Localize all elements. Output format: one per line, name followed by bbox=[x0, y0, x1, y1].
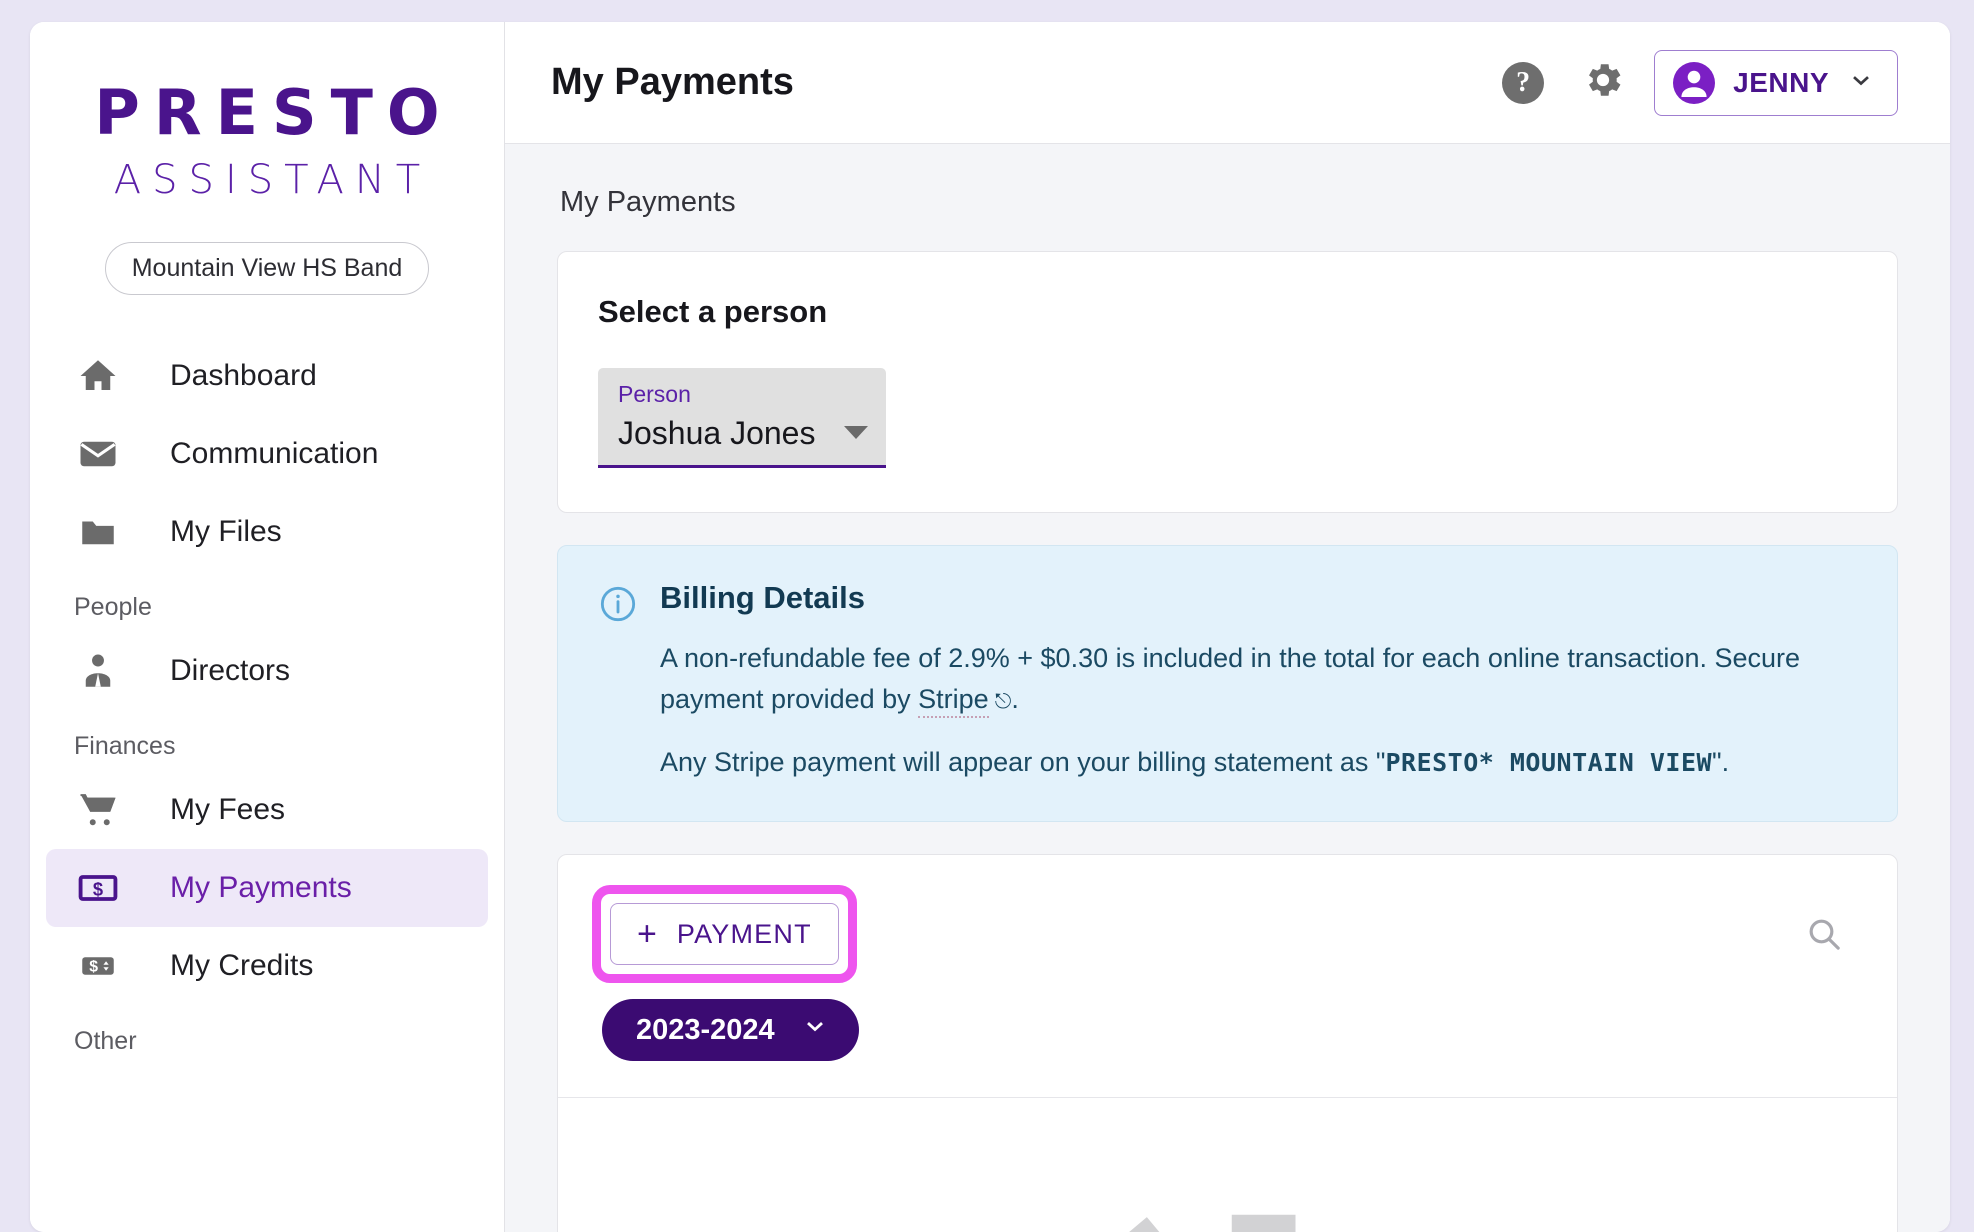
organization-chip-wrapper: Mountain View HS Band bbox=[30, 200, 504, 295]
sidebar-item-label: My Fees bbox=[170, 793, 285, 827]
sidebar-item-label: Communication bbox=[170, 437, 378, 471]
person-select-value: Joshua Jones bbox=[618, 412, 868, 455]
chevron-down-icon bbox=[1847, 66, 1875, 99]
person-tie-icon bbox=[72, 650, 124, 692]
shopping-cart-icon bbox=[72, 789, 124, 831]
sidebar-item-my-credits[interactable]: $ My Credits bbox=[46, 927, 488, 1005]
user-name-label: JENNY bbox=[1733, 67, 1829, 99]
search-button[interactable] bbox=[1795, 907, 1853, 965]
sidebar-item-label: Directors bbox=[170, 654, 290, 688]
billing-fee-text-before: A non-refundable fee of 2.9% + $0.30 is … bbox=[660, 643, 1800, 714]
add-payment-button[interactable]: + PAYMENT bbox=[610, 903, 839, 965]
sidebar-item-label: My Credits bbox=[170, 949, 313, 983]
sidebar-item-my-files[interactable]: My Files bbox=[46, 493, 488, 571]
svg-text:$: $ bbox=[93, 878, 103, 899]
page-title: My Payments bbox=[551, 61, 794, 104]
sidebar-section-finances: Finances bbox=[30, 710, 504, 771]
chevron-down-icon bbox=[801, 1012, 829, 1048]
help-circle-icon: ? bbox=[1502, 62, 1544, 104]
sidebar-item-my-fees[interactable]: My Fees bbox=[46, 771, 488, 849]
person-select[interactable]: Person Joshua Jones bbox=[598, 368, 886, 468]
folder-icon bbox=[72, 511, 124, 553]
school-year-filter-chip[interactable]: 2023-2024 bbox=[602, 999, 859, 1061]
billing-fee-text-after: . bbox=[1011, 684, 1019, 714]
payments-toolbar: + PAYMENT bbox=[558, 855, 1897, 983]
sidebar-item-communication[interactable]: Communication bbox=[46, 415, 488, 493]
school-year-value: 2023-2024 bbox=[636, 1014, 775, 1047]
statement-text-after: ". bbox=[1712, 747, 1729, 777]
dropdown-caret-icon bbox=[844, 426, 868, 439]
payments-empty-state bbox=[558, 1098, 1897, 1232]
sidebar-section-other: Other bbox=[30, 1005, 504, 1066]
billing-details-panel: Billing Details A non-refundable fee of … bbox=[557, 545, 1898, 822]
user-avatar-icon bbox=[1673, 62, 1715, 104]
top-header-bar: My Payments ? JENNY bbox=[505, 22, 1950, 144]
empty-state-illustration bbox=[1113, 1166, 1343, 1232]
plus-icon: + bbox=[637, 917, 657, 951]
billing-details-body: Billing Details A non-refundable fee of … bbox=[660, 580, 1857, 783]
sidebar-item-my-payments[interactable]: $ My Payments bbox=[46, 849, 488, 927]
billing-statement-paragraph: Any Stripe payment will appear on your b… bbox=[660, 742, 1857, 783]
sidebar-item-label: My Files bbox=[170, 515, 282, 549]
person-select-label: Person bbox=[618, 380, 868, 410]
user-menu-button[interactable]: JENNY bbox=[1654, 50, 1898, 116]
payments-panel: + PAYMENT 2023-2024 bbox=[557, 854, 1898, 1232]
breadcrumb: My Payments bbox=[560, 186, 1898, 219]
search-icon bbox=[1804, 914, 1844, 959]
settings-button[interactable] bbox=[1574, 54, 1632, 112]
select-person-heading: Select a person bbox=[598, 294, 1857, 330]
home-icon bbox=[72, 355, 124, 397]
sidebar-section-people: People bbox=[30, 571, 504, 632]
logo-presto-text: PRESTO bbox=[30, 82, 504, 144]
sidebar-item-dashboard[interactable]: Dashboard bbox=[46, 337, 488, 415]
money-bill-icon: $ bbox=[72, 866, 124, 910]
app-window: PRESTO ASSISTANT Mountain View HS Band D… bbox=[30, 22, 1950, 1232]
statement-text-before: Any Stripe payment will appear on your b… bbox=[660, 747, 1385, 777]
billing-fee-paragraph: A non-refundable fee of 2.9% + $0.30 is … bbox=[660, 638, 1857, 720]
organization-chip[interactable]: Mountain View HS Band bbox=[105, 242, 430, 295]
app-logo: PRESTO ASSISTANT bbox=[30, 52, 504, 200]
money-exchange-icon: $ bbox=[72, 945, 124, 987]
sidebar-item-label: Dashboard bbox=[170, 359, 317, 393]
external-link-icon: ⎋ bbox=[995, 690, 1012, 713]
sidebar-item-label: My Payments bbox=[170, 871, 352, 905]
gear-icon bbox=[1580, 57, 1626, 108]
sidebar: PRESTO ASSISTANT Mountain View HS Band D… bbox=[30, 22, 505, 1232]
billing-details-title: Billing Details bbox=[660, 580, 1857, 616]
add-payment-highlight-ring: + PAYMENT bbox=[592, 885, 857, 983]
select-person-card: Select a person Person Joshua Jones bbox=[557, 251, 1898, 513]
envelope-icon bbox=[72, 433, 124, 475]
main-region: My Payments ? JENNY bbox=[505, 22, 1950, 1232]
sidebar-navigation: Dashboard Communication My Files People bbox=[30, 337, 504, 1066]
svg-text:$: $ bbox=[89, 959, 98, 976]
info-circle-icon bbox=[598, 580, 638, 783]
statement-descriptor: PRESTO* MOUNTAIN VIEW bbox=[1385, 748, 1712, 777]
content-area: My Payments Select a person Person Joshu… bbox=[505, 144, 1950, 1232]
stripe-link[interactable]: Stripe bbox=[918, 684, 989, 718]
sidebar-item-directors[interactable]: Directors bbox=[46, 632, 488, 710]
add-payment-label: PAYMENT bbox=[677, 919, 812, 950]
logo-assistant-text: ASSISTANT bbox=[30, 160, 504, 200]
help-button[interactable]: ? bbox=[1494, 54, 1552, 112]
